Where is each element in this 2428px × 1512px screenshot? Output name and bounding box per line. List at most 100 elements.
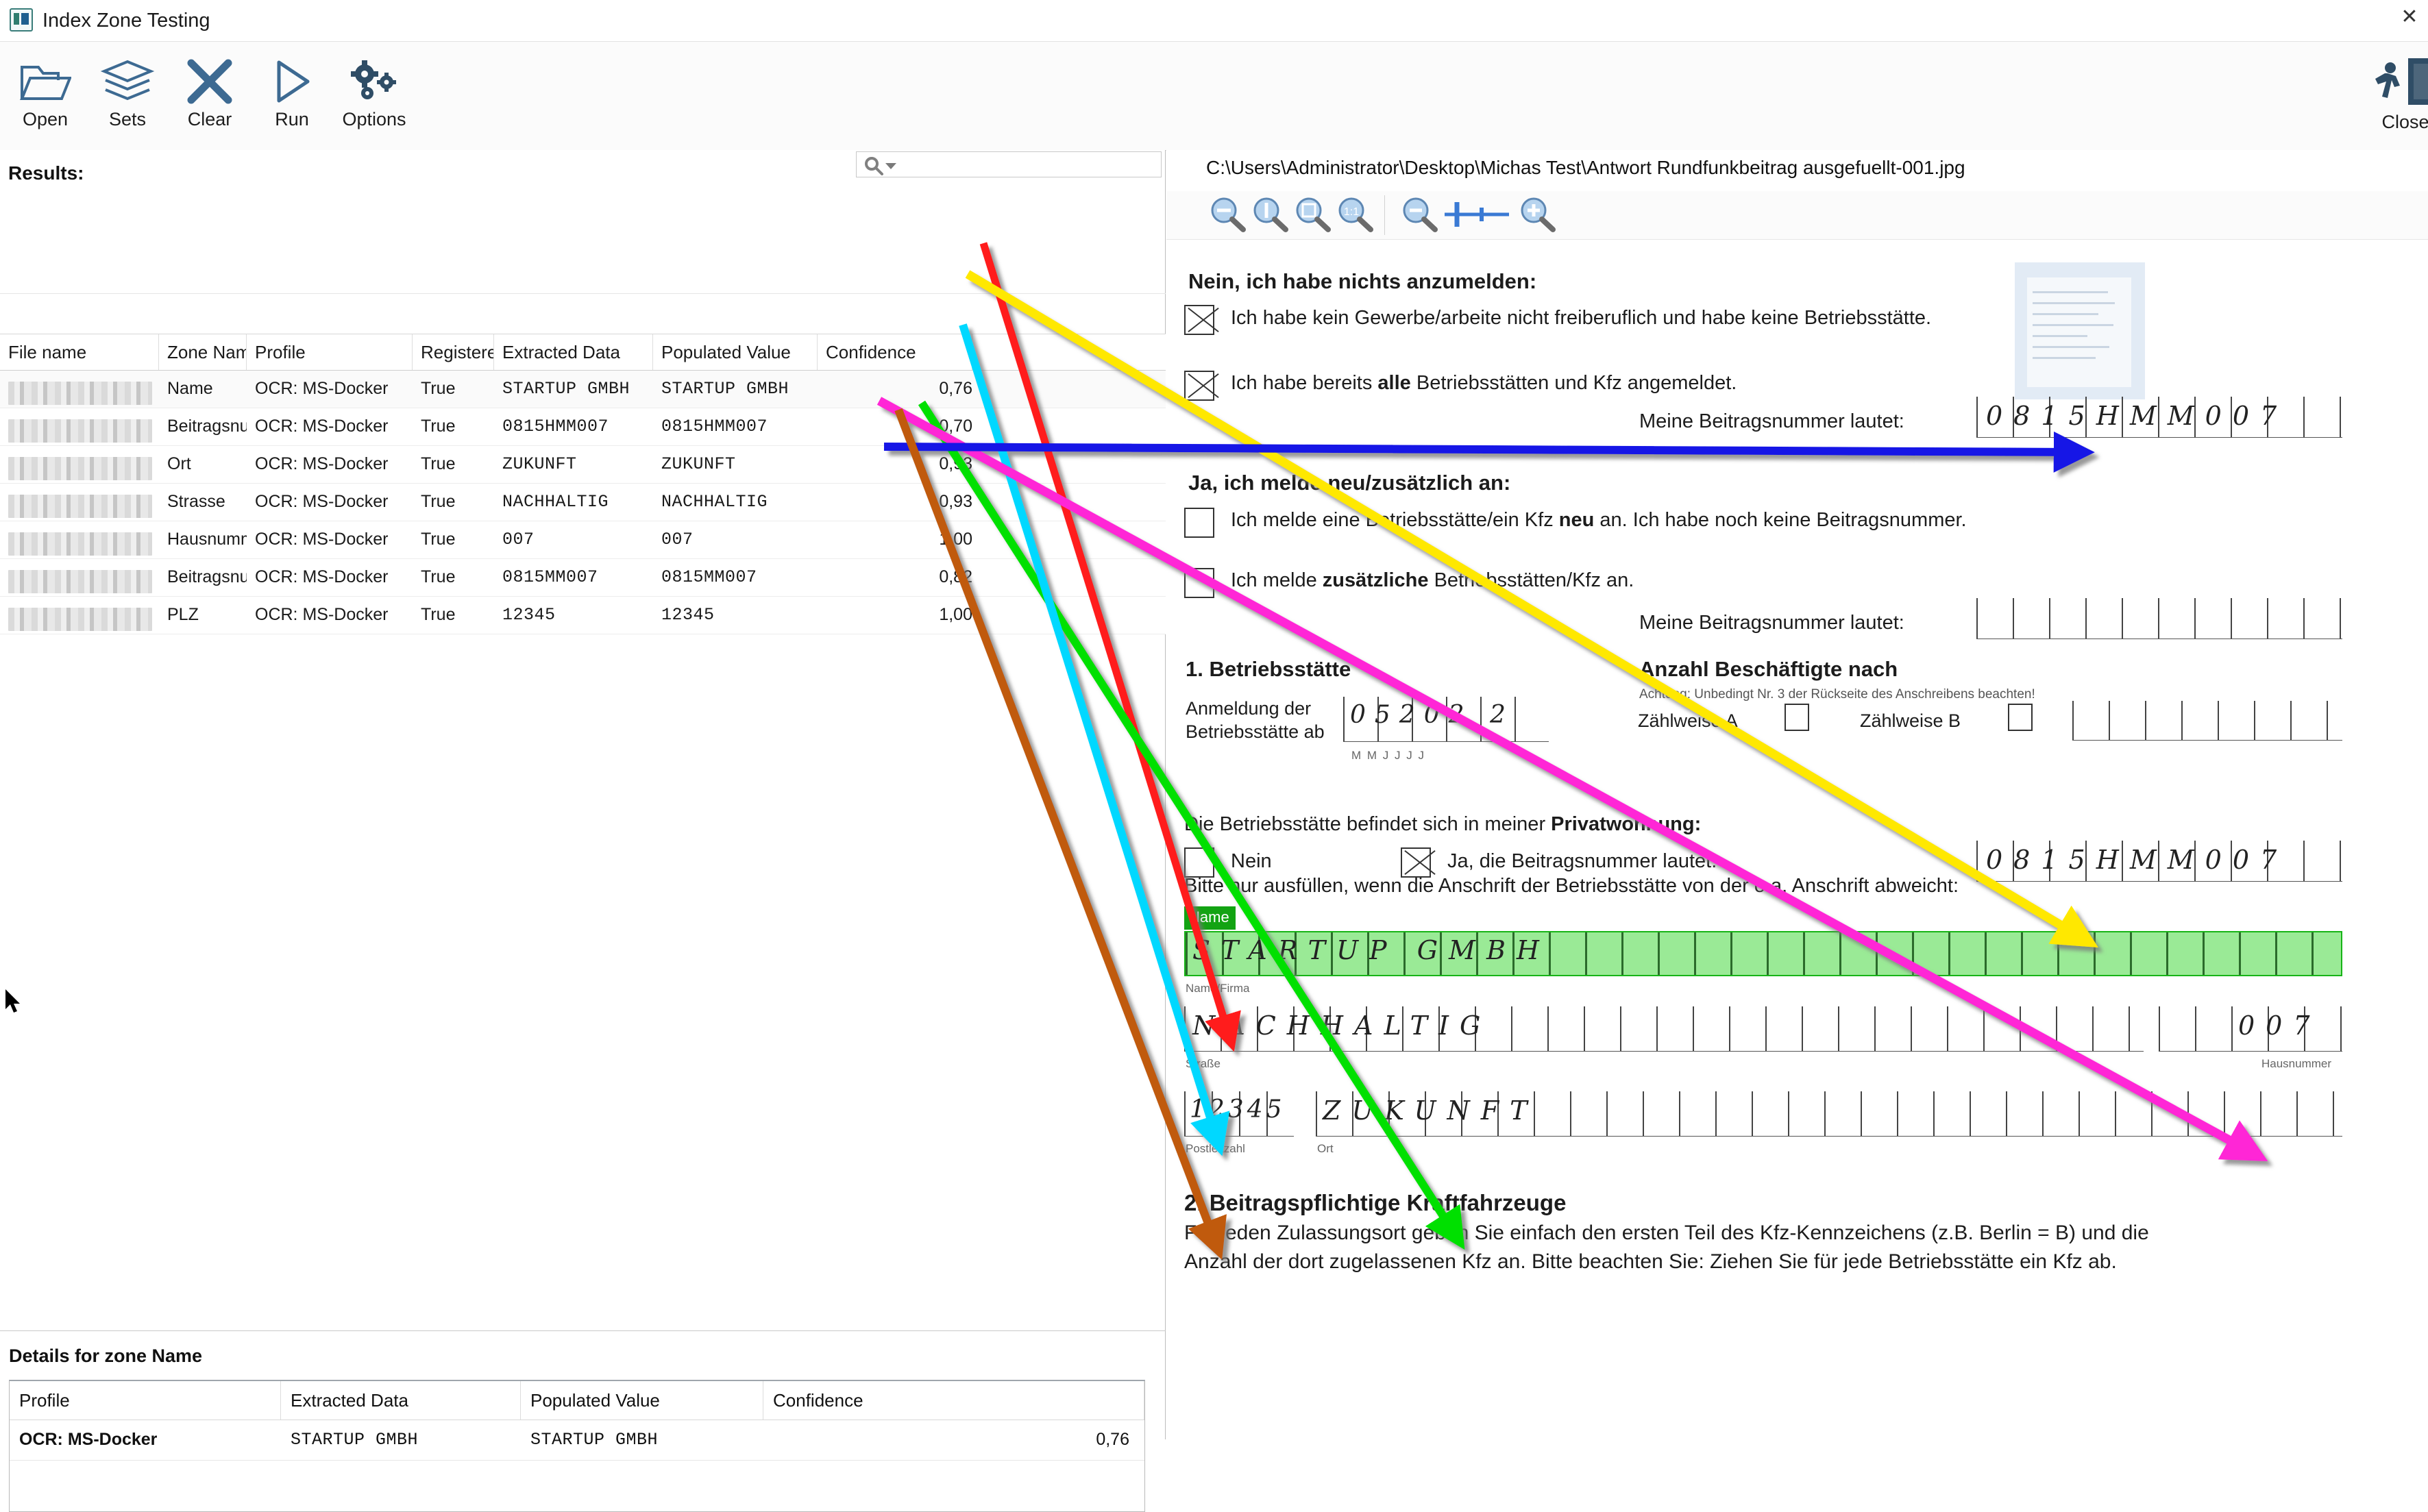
cell-confidence: 0,82: [818, 559, 972, 596]
label-zaehlweise-b: Zählweise B: [1860, 710, 1961, 732]
details-empty-cell: [521, 1461, 763, 1511]
cell-extracted: 12345: [494, 597, 653, 634]
cell-zone-name: Hausnummer: [159, 521, 247, 558]
cell-populated: 0815HMM007: [653, 408, 818, 445]
ribbon-toolbar: Open Sets Clear: [0, 41, 2428, 151]
chevron-down-icon[interactable]: [885, 163, 896, 169]
details-column-header-confidence[interactable]: Confidence: [763, 1381, 1144, 1420]
index-zone-icon: [10, 8, 33, 32]
cell-registered: True: [413, 371, 494, 408]
column-header-populated-value[interactable]: Populated Value: [653, 334, 818, 370]
label-anmeldung-line1: Anmeldung der: [1186, 698, 1311, 719]
checkbox-zaehlweise-a[interactable]: [1785, 704, 1809, 731]
column-header-profile[interactable]: Profile: [247, 334, 413, 370]
cell-registered: True: [413, 597, 494, 634]
clear-button[interactable]: Clear: [169, 51, 251, 139]
clear-button-label: Clear: [169, 109, 251, 130]
sets-button[interactable]: Sets: [86, 51, 169, 139]
checkbox-kein-gewerbe[interactable]: [1184, 305, 1214, 335]
scanned-document[interactable]: Nein, ich habe nichts anzumelden: Ich ha…: [1166, 240, 2428, 1439]
zoom-slider[interactable]: [1440, 195, 1516, 235]
table-row[interactable]: Hausnummer OCR: MS-Docker True 007 007 1…: [0, 521, 1166, 559]
window-title: Index Zone Testing: [42, 10, 210, 32]
text-bitte-ausfuellen: Bitte nur ausfüllen, wenn die Anschrift …: [1184, 875, 1959, 897]
zoom-in-icon[interactable]: [1517, 195, 1558, 235]
title-bar: Index Zone Testing ✕: [0, 0, 2428, 41]
table-row[interactable]: Ort OCR: MS-Docker True ZUKUNFT ZUKUNFT …: [0, 446, 1166, 484]
cell-registered: True: [413, 559, 494, 596]
cell-extracted: 0815HMM007: [494, 408, 653, 445]
field-beitragsnummer-empty[interactable]: [1976, 598, 2342, 639]
search-input[interactable]: [856, 151, 1162, 177]
run-button[interactable]: Run: [251, 51, 333, 139]
redacted-filename: [8, 570, 152, 593]
cell-populated: 007: [653, 521, 818, 558]
checkbox-neu-anmelden[interactable]: [1184, 508, 1214, 538]
cell-file-name: [0, 559, 159, 596]
gears-icon: [333, 51, 415, 112]
open-button-label: Open: [4, 109, 86, 130]
text-kein-gewerbe: Ich habe kein Gewerbe/arbeite nicht frei…: [1231, 307, 1931, 330]
checkbox-bereits-alle[interactable]: [1184, 371, 1214, 401]
details-column-header-profile[interactable]: Profile: [10, 1381, 281, 1420]
handwriting-datum: 05202 2: [1350, 701, 1515, 729]
table-row[interactable]: PLZ OCR: MS-Docker True 12345 12345 1,00: [0, 597, 1166, 634]
details-cell-confidence: 0,76: [763, 1420, 1144, 1460]
details-column-header-extracted-data[interactable]: Extracted Data: [281, 1381, 521, 1420]
cell-profile: OCR: MS-Docker: [247, 559, 413, 596]
column-header-extracted-data[interactable]: Extracted Data: [494, 334, 653, 370]
checkbox-privatwohnung-ja[interactable]: [1401, 847, 1431, 878]
cell-profile: OCR: MS-Docker: [247, 371, 413, 408]
details-table-empty-row: [10, 1461, 1144, 1511]
column-header-registered[interactable]: Registered: [413, 334, 494, 370]
toolbar-divider: [1384, 195, 1385, 235]
column-header-file-name[interactable]: File name: [0, 334, 159, 370]
details-cell-populated: STARTUP GMBH: [521, 1420, 763, 1460]
cell-zone-name: Ort: [159, 446, 247, 483]
cell-confidence: 0,93: [818, 484, 972, 521]
zoom-fit-page-icon[interactable]: [1292, 195, 1334, 235]
zoom-fit-width-icon[interactable]: [1207, 195, 1249, 235]
close-button[interactable]: Close: [2361, 51, 2428, 139]
cell-confidence: 1,00: [818, 597, 972, 634]
column-header-zone-name[interactable]: Zone Name: [159, 334, 247, 370]
table-row[interactable]: Beitragsnummer1 OCR: MS-Docker True 0815…: [0, 559, 1166, 597]
label-zaehlweise-a: Zählweise A: [1638, 710, 1738, 732]
redacted-filename: [8, 532, 152, 556]
field-anzahl-beschaeftigte[interactable]: [2072, 701, 2342, 741]
cell-profile: OCR: MS-Docker: [247, 408, 413, 445]
zoom-fit-height-icon[interactable]: [1250, 195, 1291, 235]
x-icon: [169, 51, 251, 112]
layers-icon: [86, 51, 169, 112]
details-title: Details for zone Name: [9, 1346, 202, 1367]
open-button[interactable]: Open: [4, 51, 86, 139]
window-close-icon[interactable]: ✕: [2395, 5, 2424, 29]
thumbnail-line: [2033, 324, 2113, 326]
checkbox-privatwohnung-nein[interactable]: [1184, 847, 1214, 878]
details-empty-cell: [763, 1461, 1144, 1511]
cell-extracted: STARTUP GMBH: [494, 371, 653, 408]
details-table-row[interactable]: OCR: MS-Docker STARTUP GMBH STARTUP GMBH…: [10, 1420, 1144, 1461]
zoom-actual-size-icon[interactable]: 1:1: [1335, 195, 1376, 235]
checkbox-zaehlweise-b[interactable]: [2008, 704, 2033, 731]
table-row[interactable]: Name OCR: MS-Docker True STARTUP GMBH ST…: [0, 371, 1166, 408]
cell-registered: True: [413, 521, 494, 558]
sets-button-label: Sets: [86, 109, 169, 130]
details-column-header-populated-value[interactable]: Populated Value: [521, 1381, 763, 1420]
run-button-label: Run: [251, 109, 333, 130]
cell-zone-name: Beitragsnummer2: [159, 408, 247, 445]
checkbox-zusaetzliche[interactable]: [1184, 568, 1214, 598]
thumbnail-line: [2033, 357, 2096, 359]
cell-file-name: [0, 408, 159, 445]
table-row[interactable]: Strasse OCR: MS-Docker True NACHHALTIG N…: [0, 484, 1166, 521]
play-triangle-icon: [251, 51, 333, 112]
thumbnail-line: [2033, 302, 2115, 304]
zoom-out-icon[interactable]: [1399, 195, 1440, 235]
cell-populated: 12345: [653, 597, 818, 634]
redacted-filename: [8, 608, 152, 631]
column-header-confidence[interactable]: Confidence: [818, 334, 972, 370]
table-row[interactable]: Beitragsnummer2 OCR: MS-Docker True 0815…: [0, 408, 1166, 446]
cell-populated: 0815MM007: [653, 559, 818, 596]
file-path-bar: C:\Users\Administrator\Desktop\Michas Te…: [1166, 150, 2428, 186]
options-button[interactable]: Options: [333, 51, 415, 139]
